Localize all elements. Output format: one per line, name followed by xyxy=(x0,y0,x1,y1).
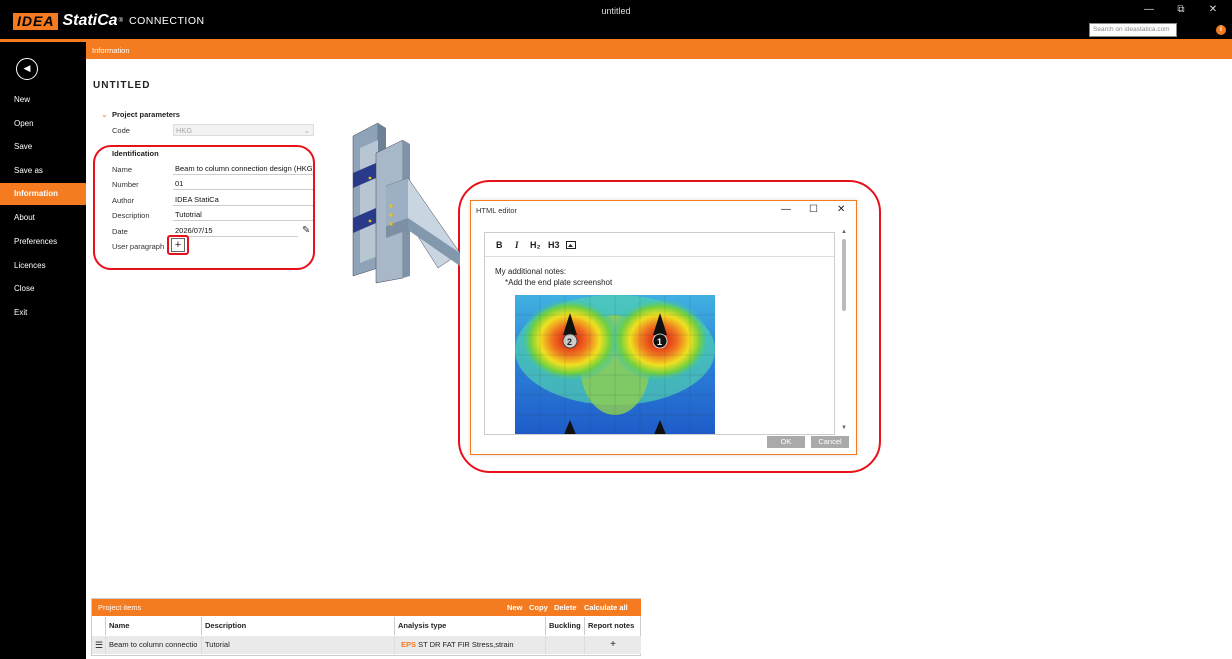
code-value: HKG xyxy=(176,126,193,135)
row-description[interactable]: Tutorial xyxy=(202,636,395,654)
editor-text-line1: My additional notes: xyxy=(495,267,567,276)
h3-button[interactable]: H3 xyxy=(548,240,560,250)
end-plate-stress-image: 2 1 xyxy=(515,295,715,434)
editor-scrollbar[interactable]: ▲ ▼ xyxy=(840,229,848,434)
dialog-maximize-button[interactable]: ☐ xyxy=(809,204,818,215)
h2-button[interactable]: H₂ xyxy=(530,240,541,250)
info-icon[interactable]: i xyxy=(1216,25,1226,35)
section-band: Information xyxy=(86,42,1232,59)
sidebar-item-information[interactable]: Information xyxy=(0,183,86,205)
row-name[interactable]: Beam to column connectio xyxy=(106,636,202,654)
calculate-all-button[interactable]: Calculate all xyxy=(584,599,628,616)
sidebar-item-about[interactable]: About xyxy=(0,207,86,229)
analysis-other: ST DR FAT FIR Stress,strain xyxy=(418,640,514,649)
menu-icon[interactable]: ☰ xyxy=(92,636,106,654)
search-input[interactable]: Search on ideastatica.com xyxy=(1089,23,1177,37)
window-controls: — ⧉ ✕ xyxy=(1140,4,1222,15)
dialog-close-button[interactable]: ✕ xyxy=(837,204,845,215)
page-title: UNTITLED xyxy=(93,80,151,91)
code-select[interactable]: HKG ⌄ xyxy=(173,124,314,136)
ok-button[interactable]: OK xyxy=(767,436,805,448)
col-handle xyxy=(92,617,106,635)
code-label: Code xyxy=(112,126,130,135)
scroll-up-icon[interactable]: ▲ xyxy=(841,229,847,235)
dialog-title: HTML editor xyxy=(476,206,517,215)
sidebar-item-save-as[interactable]: Save as xyxy=(0,160,86,182)
sidebar-item-preferences[interactable]: Preferences xyxy=(0,231,86,253)
scroll-down-icon[interactable]: ▼ xyxy=(841,425,847,431)
svg-text:2: 2 xyxy=(567,337,572,347)
scroll-thumb[interactable] xyxy=(842,239,846,311)
sidebar: ◀ New Open Save Save as Information Abou… xyxy=(0,42,86,659)
image-icon[interactable] xyxy=(566,241,576,249)
html-editor-area[interactable]: B I H₂ H3 My additional notes: *Add the … xyxy=(484,232,835,435)
add-report-note-button[interactable]: + xyxy=(585,636,641,654)
sidebar-item-exit[interactable]: Exit xyxy=(0,302,86,324)
chevron-down-icon[interactable]: ⌄ xyxy=(101,110,108,119)
col-analysis-type: Analysis type xyxy=(395,617,546,635)
new-item-button[interactable]: New xyxy=(507,599,522,616)
italic-button[interactable]: I xyxy=(515,240,519,250)
row-buckling xyxy=(546,636,585,654)
col-name: Name xyxy=(106,617,202,635)
html-editor-dialog: HTML editor — ☐ ✕ B I H₂ H3 My additiona… xyxy=(470,200,857,455)
editor-text-line2: *Add the end plate screenshot xyxy=(505,278,613,287)
col-buckling: Buckling xyxy=(546,617,585,635)
logo-product: CONNECTION xyxy=(129,15,205,27)
row-analysis-type[interactable]: EPS ST DR FAT FIR Stress,strain xyxy=(395,636,546,654)
restore-button[interactable]: ⧉ xyxy=(1172,4,1190,15)
bold-button[interactable]: B xyxy=(496,240,503,250)
chevron-down-icon: ⌄ xyxy=(303,126,310,135)
project-items-panel: Project items New Copy Delete Calculate … xyxy=(91,598,641,656)
delete-item-button[interactable]: Delete xyxy=(554,599,577,616)
window-title: untitled xyxy=(601,6,631,16)
editor-toolbar: B I H₂ H3 xyxy=(485,233,834,257)
cancel-button[interactable]: Cancel xyxy=(811,436,849,448)
sidebar-item-close[interactable]: Close xyxy=(0,278,86,300)
copy-item-button[interactable]: Copy xyxy=(529,599,548,616)
sidebar-item-new[interactable]: New xyxy=(0,89,86,111)
sidebar-item-save[interactable]: Save xyxy=(0,136,86,158)
analysis-eps: EPS xyxy=(401,640,417,649)
back-icon[interactable]: ◀ xyxy=(16,58,38,80)
project-parameters-heading[interactable]: Project parameters xyxy=(112,110,180,119)
sidebar-item-open[interactable]: Open xyxy=(0,113,86,135)
logo-registered: ® xyxy=(118,18,123,24)
col-description: Description xyxy=(202,617,395,635)
sidebar-item-licences[interactable]: Licences xyxy=(0,255,86,277)
minimize-button[interactable]: — xyxy=(1140,4,1158,15)
connection-3d-model xyxy=(352,122,461,284)
col-report-notes: Report notes xyxy=(588,621,635,630)
dialog-minimize-button[interactable]: — xyxy=(781,204,791,215)
close-window-button[interactable]: ✕ xyxy=(1204,4,1222,15)
title-bar: IDEA StatiCa ® CONNECTION untitled — ⧉ ✕… xyxy=(0,0,1232,41)
identification-highlight xyxy=(93,145,315,270)
add-paragraph-highlight xyxy=(167,235,189,255)
svg-text:1: 1 xyxy=(657,337,662,347)
project-items-title: Project items xyxy=(98,603,142,612)
